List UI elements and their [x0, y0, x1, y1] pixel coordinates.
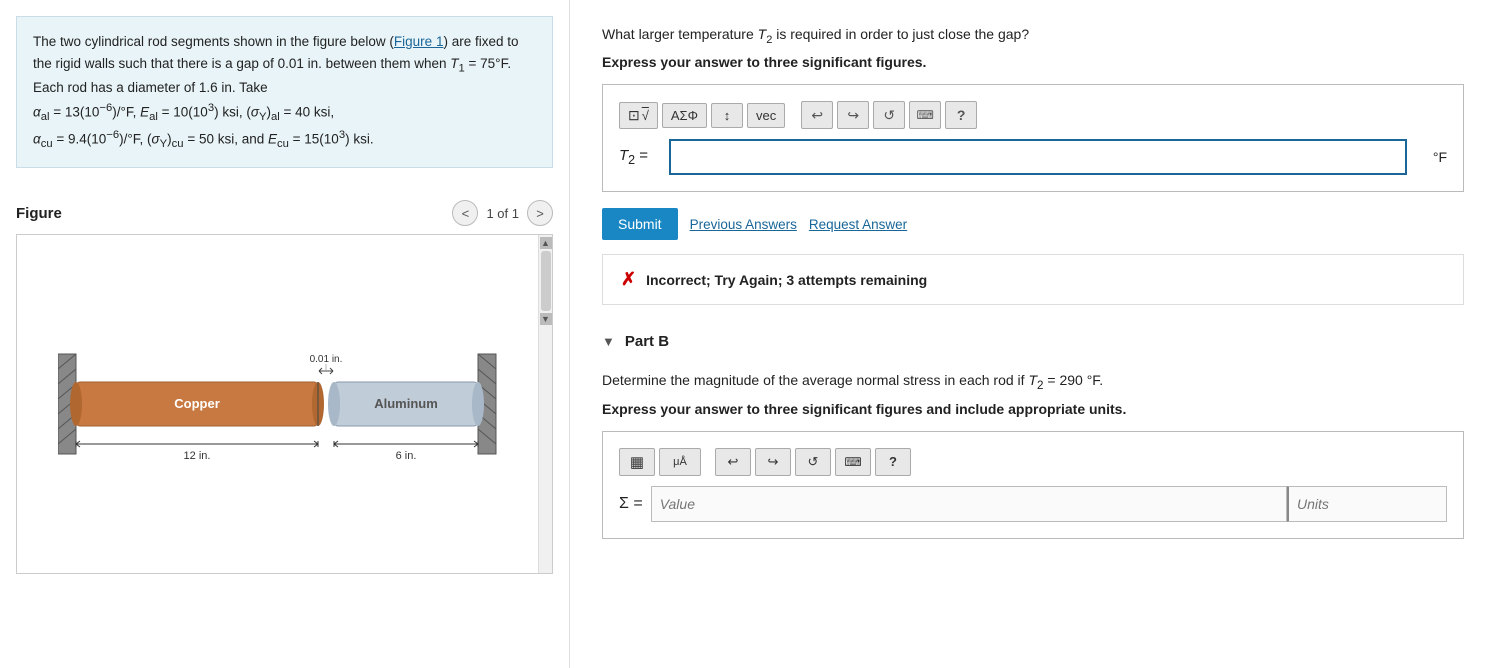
problem-description: The two cylindrical rod segments shown i…	[16, 16, 553, 168]
prev-answers-btn[interactable]: Previous Answers	[690, 217, 797, 232]
undo-btn-a[interactable]: ↩	[801, 101, 833, 129]
submit-btn-a[interactable]: Submit	[602, 208, 678, 240]
right-panel: What larger temperature T2 is required i…	[570, 0, 1496, 668]
keyboard-btn-a[interactable]: ⌨	[909, 101, 941, 129]
question-b-text: Determine the magnitude of the average n…	[602, 370, 1464, 394]
scroll-down-arrow[interactable]: ▼	[540, 313, 552, 325]
rod-diagram: 0.01 in. Copper Aluminum	[58, 314, 498, 494]
request-answer-btn[interactable]: Request Answer	[809, 217, 907, 232]
figure-page-label: 1 of 1	[486, 206, 519, 221]
scroll-thumb[interactable]	[541, 251, 551, 311]
express-note-b: Express your answer to three significant…	[602, 401, 1464, 417]
keyboard-btn-b[interactable]: ⌨	[835, 448, 871, 476]
figure-next-btn[interactable]: >	[527, 200, 553, 226]
figure-link[interactable]: Figure 1	[394, 34, 444, 49]
figure-nav: < 1 of 1 >	[452, 200, 553, 226]
part-b-label: Part B	[625, 333, 669, 350]
express-note-a: Express your answer to three significant…	[602, 54, 1464, 70]
matrix-btn[interactable]: ⊡ √	[619, 102, 658, 129]
sort-btn[interactable]: ↕	[711, 103, 743, 128]
toolbar-a: ⊡ √ ΑΣΦ ↕ vec ↩ ↪ ↺ ⌨ ?	[619, 101, 1447, 129]
help-btn-b[interactable]: ?	[875, 448, 911, 476]
scroll-up-arrow[interactable]: ▲	[540, 237, 552, 249]
help-btn-a[interactable]: ?	[945, 101, 977, 129]
matrix-icon: ⊡	[628, 107, 640, 124]
part-b-content: Determine the magnitude of the average n…	[602, 370, 1464, 538]
figure-section: Figure < 1 of 1 >	[0, 184, 569, 668]
question-a-text: What larger temperature T2 is required i…	[602, 24, 1464, 48]
sigma-btn[interactable]: ΑΣΦ	[662, 103, 707, 128]
answer-box-a: ⊡ √ ΑΣΦ ↕ vec ↩ ↪ ↺ ⌨ ? T2 = °F	[602, 84, 1464, 192]
svg-text:Copper: Copper	[174, 396, 220, 411]
sigma-label: Σ =	[619, 495, 643, 513]
left-panel: The two cylindrical rod segments shown i…	[0, 0, 570, 668]
svg-text:Aluminum: Aluminum	[374, 396, 438, 411]
redo-btn-b[interactable]: ↪	[755, 448, 791, 476]
t2-label: T2 =	[619, 147, 659, 167]
figure-scroll-area: 0.01 in. Copper Aluminum	[17, 235, 538, 573]
sqrt-icon: √	[642, 108, 649, 123]
collapse-arrow-icon: ▼	[602, 334, 615, 349]
units-input[interactable]	[1287, 486, 1447, 522]
t2-input[interactable]	[669, 139, 1407, 175]
answer-box-b: ▦ μÅ ↩ ↪ ↺ ⌨ ? Σ =	[602, 431, 1464, 539]
svg-text:6 in.: 6 in.	[395, 450, 416, 462]
redo-btn-a[interactable]: ↪	[837, 101, 869, 129]
answer-row-b: Σ =	[619, 486, 1447, 522]
incorrect-message: Incorrect; Try Again; 3 attempts remaini…	[646, 272, 927, 288]
figure-prev-btn[interactable]: <	[452, 200, 478, 226]
undo-btn-b[interactable]: ↩	[715, 448, 751, 476]
svg-text:12 in.: 12 in.	[183, 450, 210, 462]
refresh-btn-a[interactable]: ↺	[873, 101, 905, 129]
vec-btn[interactable]: vec	[747, 103, 785, 128]
figure-header: Figure < 1 of 1 >	[16, 194, 553, 234]
figure-scrollbar[interactable]: ▲ ▼	[538, 235, 552, 573]
value-input[interactable]	[651, 486, 1287, 522]
toolbar-b: ▦ μÅ ↩ ↪ ↺ ⌨ ?	[619, 448, 1447, 476]
error-icon: ✗	[621, 269, 636, 290]
figure-label: Figure	[16, 205, 62, 222]
t2-unit: °F	[1417, 149, 1447, 165]
incorrect-box: ✗ Incorrect; Try Again; 3 attempts remai…	[602, 254, 1464, 305]
svg-text:0.01 in.: 0.01 in.	[309, 354, 342, 365]
grid-btn-b[interactable]: ▦	[619, 448, 655, 476]
refresh-btn-b[interactable]: ↺	[795, 448, 831, 476]
figure-container: 0.01 in. Copper Aluminum	[16, 234, 553, 574]
mu-btn-b[interactable]: μÅ	[659, 448, 701, 476]
action-row-a: Submit Previous Answers Request Answer	[602, 208, 1464, 240]
part-b-header[interactable]: ▼ Part B	[602, 329, 1464, 354]
answer-row-a: T2 = °F	[619, 139, 1447, 175]
